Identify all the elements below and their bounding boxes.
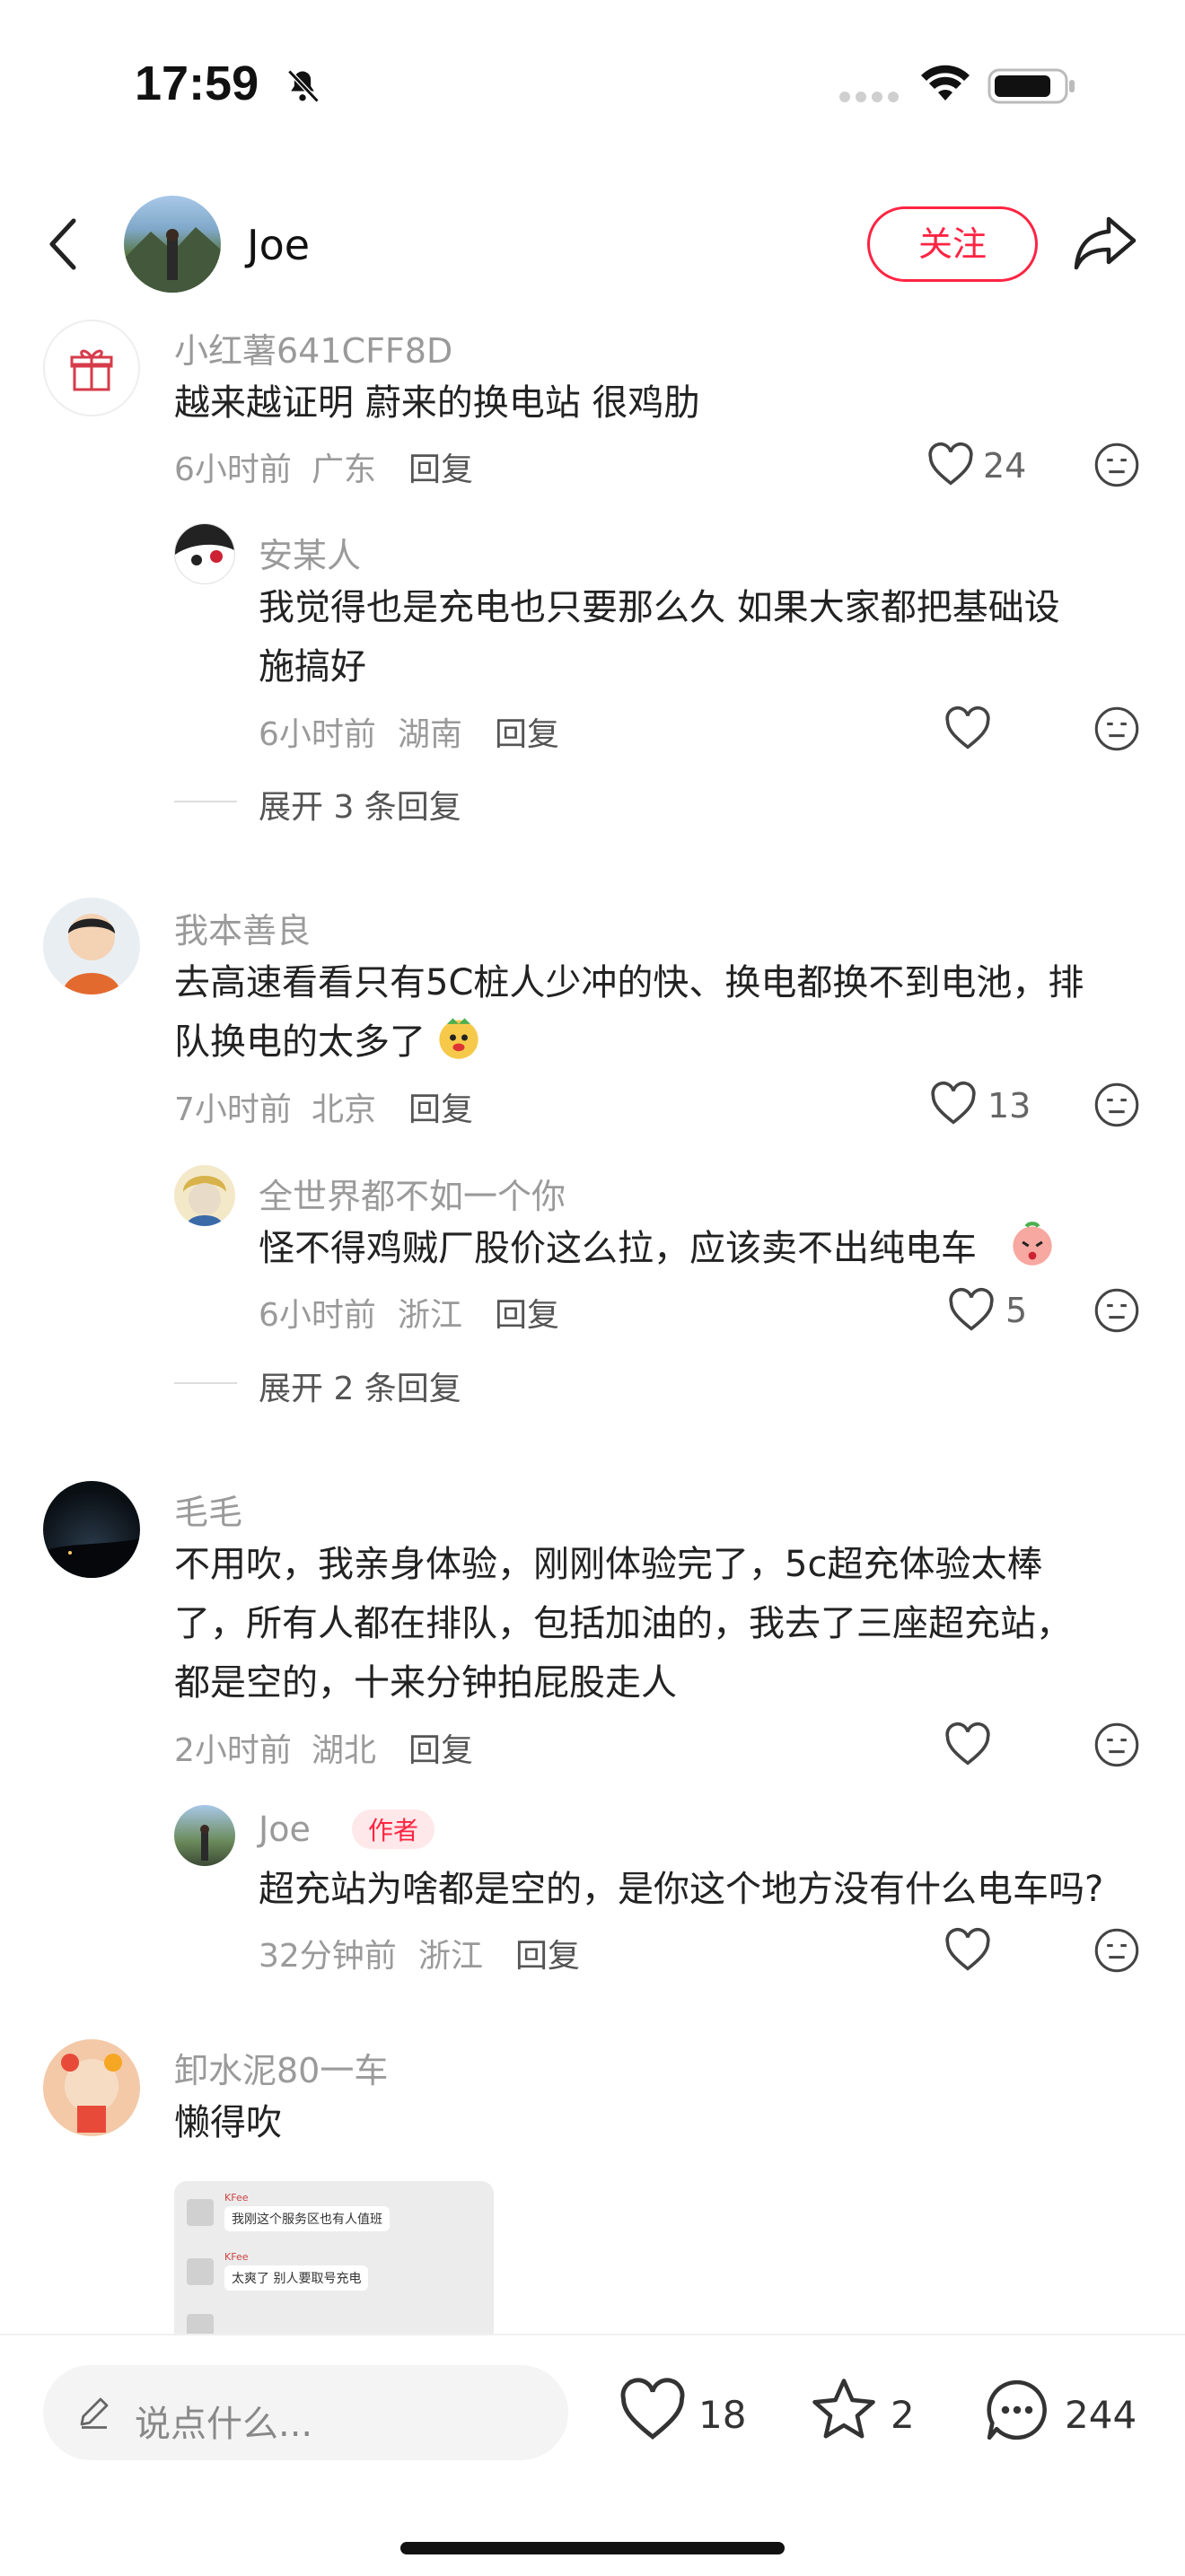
comment-time: 2小时前 — [174, 1732, 292, 1769]
comment-region: 湖北 — [312, 1732, 377, 1769]
like-heart-icon[interactable] — [944, 1722, 992, 1770]
comment-text-line: 都是空的，十来分钟拍屁股走人 — [174, 1662, 677, 1704]
comment-text-line: 不用吹，我亲身体验，刚刚体验完了，5c超充体验太棒 — [174, 1544, 1043, 1585]
reply-button[interactable]: 回复 — [515, 1930, 580, 1976]
reply-button[interactable]: 回复 — [495, 1289, 559, 1336]
like-heart-icon[interactable] — [944, 1927, 992, 1976]
reply-button[interactable]: 回复 — [408, 1083, 473, 1130]
like-count: 13 — [988, 1086, 1031, 1126]
image-username: KFee — [224, 2251, 249, 2263]
dislike-face-icon[interactable] — [1093, 705, 1140, 756]
comment-username[interactable]: 我本善良 — [174, 903, 311, 952]
like-count: 18 — [698, 2393, 747, 2437]
dislike-face-icon[interactable] — [1093, 1722, 1140, 1772]
comment-time: 6小时前 — [174, 451, 292, 488]
reply-button[interactable]: 回复 — [495, 708, 559, 755]
comment-text: 懒得吹 — [174, 2102, 282, 2143]
like-heart-icon[interactable] — [926, 442, 975, 490]
comment-username[interactable]: 毛毛 — [174, 1485, 242, 1534]
commenter-avatar[interactable] — [43, 320, 140, 416]
comment-region: 北京 — [312, 1091, 377, 1128]
reply-text: 超充站为啥都是空的，是你这个地方没有什么电车吗? — [259, 1869, 1104, 1910]
comment-region: 广东 — [312, 451, 377, 488]
expand-replies-button[interactable]: 展开 3 条回复 — [259, 781, 461, 828]
comment-image[interactable]: KFee 我刚这个服务区也有人值班 KFee 太爽了 别人要取号充电 — [174, 2181, 494, 2334]
reply-region: 浙江 — [398, 1297, 463, 1334]
comment-username[interactable]: 卸水泥80一车 — [174, 2043, 388, 2092]
like-heart-icon[interactable] — [947, 1287, 996, 1336]
star-icon[interactable] — [808, 2375, 880, 2449]
reply-button[interactable]: 回复 — [408, 1724, 473, 1771]
emoji-icon — [435, 1014, 482, 1065]
back-chevron-icon[interactable] — [45, 215, 81, 276]
mute-bell-icon — [283, 66, 322, 110]
like-count: 5 — [1005, 1291, 1028, 1330]
reply-username[interactable]: 安某人 — [259, 528, 361, 577]
dislike-face-icon[interactable] — [1093, 1287, 1140, 1337]
reply-username[interactable]: Joe — [259, 1809, 311, 1849]
reply-avatar[interactable] — [174, 1165, 235, 1226]
commenter-avatar[interactable] — [43, 1481, 140, 1578]
like-count: 24 — [983, 446, 1027, 486]
divider — [174, 1382, 237, 1384]
wifi-icon — [919, 65, 971, 108]
reply-region: 浙江 — [418, 1938, 484, 1975]
comment-text-line: 去高速看看只有5C桩人少冲的快、换电都换不到电池，排 — [174, 962, 1084, 1003]
follow-button[interactable]: 关注 — [867, 206, 1038, 282]
image-username: KFee — [224, 2192, 249, 2204]
status-time: 17:59 — [135, 57, 259, 110]
comment-count: 244 — [1065, 2393, 1137, 2437]
signal-dots-icon — [839, 90, 902, 107]
like-heart-icon[interactable] — [929, 1081, 978, 1129]
reply-time: 32分钟前 — [259, 1938, 397, 1975]
dislike-face-icon[interactable] — [1093, 1082, 1140, 1132]
image-chat-bubble: 我刚这个服务区也有人值班 — [224, 2206, 390, 2231]
home-indicator — [400, 2542, 785, 2554]
reply-text-line: 我觉得也是充电也只要那么久 如果大家都把基础设 — [259, 587, 1060, 628]
image-avatar — [187, 2258, 214, 2285]
reply-avatar[interactable] — [174, 1805, 235, 1866]
comment-text-line: 队换电的太多了 — [174, 1021, 426, 1063]
reply-button[interactable]: 回复 — [408, 443, 473, 490]
comment-time: 7小时前 — [174, 1091, 292, 1128]
battery-icon — [988, 66, 1077, 110]
like-heart-icon[interactable] — [618, 2377, 688, 2445]
divider — [174, 801, 237, 802]
like-heart-icon[interactable] — [944, 705, 992, 754]
expand-replies-button[interactable]: 展开 2 条回复 — [259, 1362, 461, 1409]
star-count: 2 — [891, 2393, 915, 2437]
pencil-icon — [75, 2393, 113, 2434]
image-avatar — [187, 2314, 214, 2334]
author-name[interactable]: Joe — [247, 221, 310, 269]
commenter-avatar[interactable] — [43, 2039, 140, 2136]
reply-region: 湖南 — [398, 716, 463, 753]
share-icon[interactable] — [1073, 214, 1137, 275]
reply-text-line: 施搞好 — [259, 646, 366, 688]
commenter-avatar[interactable] — [43, 898, 140, 994]
image-chat-bubble: 太爽了 别人要取号充电 — [224, 2265, 369, 2291]
reply-time: 6小时前 — [259, 716, 376, 753]
image-avatar — [187, 2199, 214, 2226]
comment-bubble-icon[interactable] — [981, 2375, 1053, 2449]
author-avatar[interactable] — [124, 196, 221, 293]
dislike-face-icon[interactable] — [1093, 442, 1140, 492]
comment-text-line: 了，所有人都在排队，包括加油的，我去了三座超充站， — [174, 1603, 1072, 1644]
emoji-icon — [1009, 1221, 1056, 1271]
author-badge: 作者 — [352, 1809, 435, 1849]
reply-text: 怪不得鸡贼厂股价这么拉，应该卖不出纯电车 — [259, 1228, 977, 1269]
reply-username[interactable]: 全世界都不如一个你 — [259, 1169, 566, 1218]
reply-avatar[interactable] — [174, 523, 235, 584]
comment-username[interactable]: 小红薯641CFF8D — [174, 323, 452, 372]
reply-time: 6小时前 — [259, 1297, 376, 1334]
comment-input-placeholder[interactable]: 说点什么... — [135, 2395, 312, 2447]
dislike-face-icon[interactable] — [1093, 1927, 1140, 1977]
comment-text: 越来越证明 蔚来的换电站 很鸡肋 — [174, 382, 700, 424]
